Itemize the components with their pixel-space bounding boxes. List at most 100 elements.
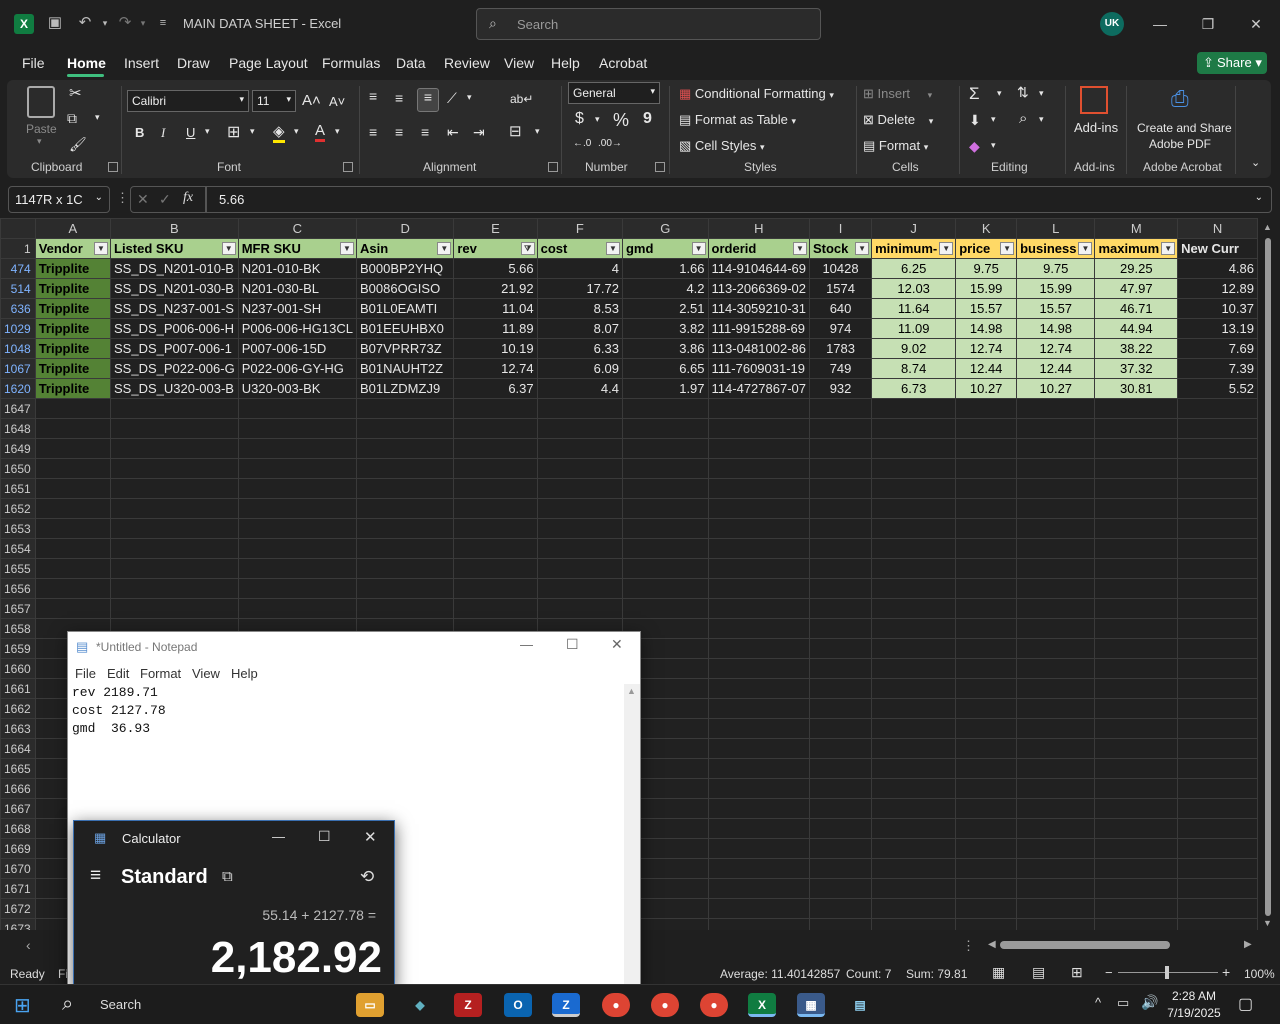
scroll-down-icon[interactable]: ▼	[1263, 918, 1272, 928]
table-cell[interactable]: 13.19	[1177, 318, 1258, 339]
table-cell[interactable]: N201-010-BK	[237, 258, 357, 279]
empty-cell[interactable]	[110, 458, 239, 479]
empty-cell[interactable]	[1177, 478, 1258, 499]
empty-cell[interactable]	[237, 558, 357, 579]
empty-cell[interactable]	[237, 398, 357, 419]
page-layout-view-icon[interactable]: ▤	[1032, 964, 1045, 981]
empty-cell[interactable]	[871, 538, 957, 559]
empty-cell[interactable]	[955, 898, 1018, 919]
table-header-cell[interactable]: Asin ▼	[355, 238, 455, 259]
create-pdf-icon[interactable]: ⎙	[1171, 86, 1189, 112]
empty-cell[interactable]	[1094, 718, 1179, 739]
empty-cell[interactable]	[955, 398, 1018, 419]
merge-center-icon[interactable]: ⊟	[509, 122, 522, 140]
empty-cell[interactable]	[707, 738, 810, 759]
table-cell[interactable]: 9.75	[1016, 258, 1096, 279]
empty-cell[interactable]	[955, 538, 1018, 559]
minimize-icon[interactable]: —	[1150, 14, 1170, 34]
empty-cell[interactable]	[955, 418, 1018, 439]
empty-cell[interactable]	[237, 598, 357, 619]
empty-cell[interactable]	[1094, 858, 1179, 879]
table-cell[interactable]: 10.27	[955, 378, 1018, 399]
table-cell[interactable]: B01LZDMZJ9	[355, 378, 455, 399]
empty-cell[interactable]	[955, 918, 1018, 930]
format-cells-button[interactable]: ▤ Format ▾	[863, 138, 928, 154]
notepad-scrollbar[interactable]: ▲	[624, 684, 640, 990]
empty-cell[interactable]	[1177, 598, 1258, 619]
row-header[interactable]: 1668	[0, 818, 36, 839]
table-cell[interactable]: 7.39	[1177, 358, 1258, 379]
table-cell[interactable]: B07VPRR73Z	[355, 338, 455, 359]
add-ins-icon[interactable]	[1080, 86, 1108, 114]
chrome-profile3-icon[interactable]: ●	[700, 993, 728, 1017]
empty-cell[interactable]	[707, 898, 810, 919]
table-cell[interactable]: 749	[808, 358, 873, 379]
table-cell[interactable]: 46.71	[1094, 298, 1179, 319]
empty-cell[interactable]	[707, 558, 810, 579]
alignment-launcher-icon[interactable]	[548, 162, 558, 172]
scroll-right-icon[interactable]: ▶	[1244, 939, 1252, 950]
empty-cell[interactable]	[808, 618, 873, 639]
empty-cell[interactable]	[453, 478, 538, 499]
empty-cell[interactable]	[1177, 538, 1258, 559]
empty-cell[interactable]	[871, 858, 957, 879]
tab-file[interactable]: File	[22, 55, 45, 71]
empty-cell[interactable]	[808, 698, 873, 719]
empty-cell[interactable]	[237, 478, 357, 499]
table-header-cell[interactable]: minimum- ▼	[871, 238, 957, 259]
align-center-icon[interactable]: ≡	[395, 124, 403, 140]
row-header[interactable]: 1652	[0, 498, 36, 519]
taskbar-search-icon[interactable]: ⌕	[62, 993, 73, 1016]
paste-icon[interactable]	[27, 86, 55, 118]
search-box[interactable]: ⌕ Search	[476, 8, 821, 40]
horizontal-scroll-thumb[interactable]	[1000, 941, 1170, 949]
empty-cell[interactable]	[1094, 918, 1179, 930]
autosum-icon[interactable]: Σ	[969, 84, 980, 104]
row-header[interactable]: 1664	[0, 738, 36, 759]
find-dropdown-icon[interactable]: ▾	[1039, 114, 1044, 125]
tab-insert[interactable]: Insert	[124, 55, 159, 71]
row-header[interactable]: 1663	[0, 718, 36, 739]
empty-cell[interactable]	[1094, 598, 1179, 619]
empty-cell[interactable]	[808, 498, 873, 519]
empty-cell[interactable]	[536, 498, 623, 519]
table-cell[interactable]: 12.44	[955, 358, 1018, 379]
empty-cell[interactable]	[34, 438, 112, 459]
empty-cell[interactable]	[871, 498, 957, 519]
empty-cell[interactable]	[237, 518, 357, 539]
empty-cell[interactable]	[453, 578, 538, 599]
table-header-cell[interactable]: rev ⧩	[453, 238, 538, 259]
table-cell[interactable]: Tripplite	[34, 258, 112, 279]
empty-cell[interactable]	[955, 518, 1018, 539]
empty-cell[interactable]	[1177, 858, 1258, 879]
table-cell[interactable]: 640	[808, 298, 873, 319]
table-cell[interactable]: N237-001-SH	[237, 298, 357, 319]
empty-cell[interactable]	[355, 518, 455, 539]
empty-cell[interactable]	[1094, 558, 1179, 579]
tab-home[interactable]: Home	[67, 55, 106, 71]
clear-icon[interactable]: ◆	[969, 138, 980, 155]
increase-font-icon[interactable]: A˄	[302, 92, 321, 109]
table-cell[interactable]: 12.74	[1016, 338, 1096, 359]
empty-cell[interactable]	[621, 398, 709, 419]
table-cell[interactable]: 111-7609031-19	[707, 358, 810, 379]
empty-cell[interactable]	[34, 558, 112, 579]
increase-decimal-icon[interactable]: ←.0	[573, 138, 591, 149]
filezilla-icon[interactable]: Z	[454, 993, 482, 1017]
table-cell[interactable]: SS_DS_P007-006-1	[110, 338, 239, 359]
empty-cell[interactable]	[536, 598, 623, 619]
empty-cell[interactable]	[237, 438, 357, 459]
table-cell[interactable]: 14.98	[1016, 318, 1096, 339]
scroll-up-icon[interactable]: ▲	[1263, 222, 1272, 232]
table-cell[interactable]: 113-0481002-86	[707, 338, 810, 359]
empty-cell[interactable]	[1177, 658, 1258, 679]
status-count[interactable]: Count: 7	[846, 967, 891, 981]
empty-cell[interactable]	[536, 578, 623, 599]
table-cell[interactable]: 9.75	[955, 258, 1018, 279]
zoom-level[interactable]: 100%	[1244, 967, 1275, 981]
column-header[interactable]: F	[536, 218, 623, 239]
percent-button[interactable]: %	[613, 110, 629, 131]
network-icon[interactable]: ▭	[1117, 995, 1129, 1011]
row-header[interactable]: 1662	[0, 698, 36, 719]
empty-cell[interactable]	[1094, 458, 1179, 479]
